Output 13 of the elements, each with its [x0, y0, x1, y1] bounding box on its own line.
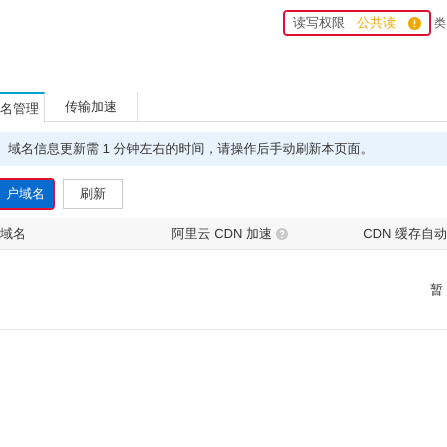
warning-icon [408, 16, 421, 30]
add-domain-button[interactable]: 户域名 [0, 180, 53, 208]
column-header: 阿里云 CDN 加速 [172, 224, 288, 244]
permission-label: 读写权限 [293, 14, 345, 32]
empty-text: 暂 [430, 280, 443, 299]
trailing-label: 类 [434, 15, 447, 32]
tab[interactable]: 名管理 [0, 92, 45, 123]
refresh-button[interactable]: 刷新 [63, 179, 123, 209]
permission-value: 公共读 [357, 14, 396, 32]
tab[interactable]: 传输加速 [45, 92, 138, 122]
column-header: CDN 缓存自动 [363, 224, 447, 243]
notice-text: 域名信息更新需 1 分钟左右的时间，请操作后手动刷新本页面。 [8, 140, 374, 158]
column-header: 域名 [0, 224, 26, 243]
